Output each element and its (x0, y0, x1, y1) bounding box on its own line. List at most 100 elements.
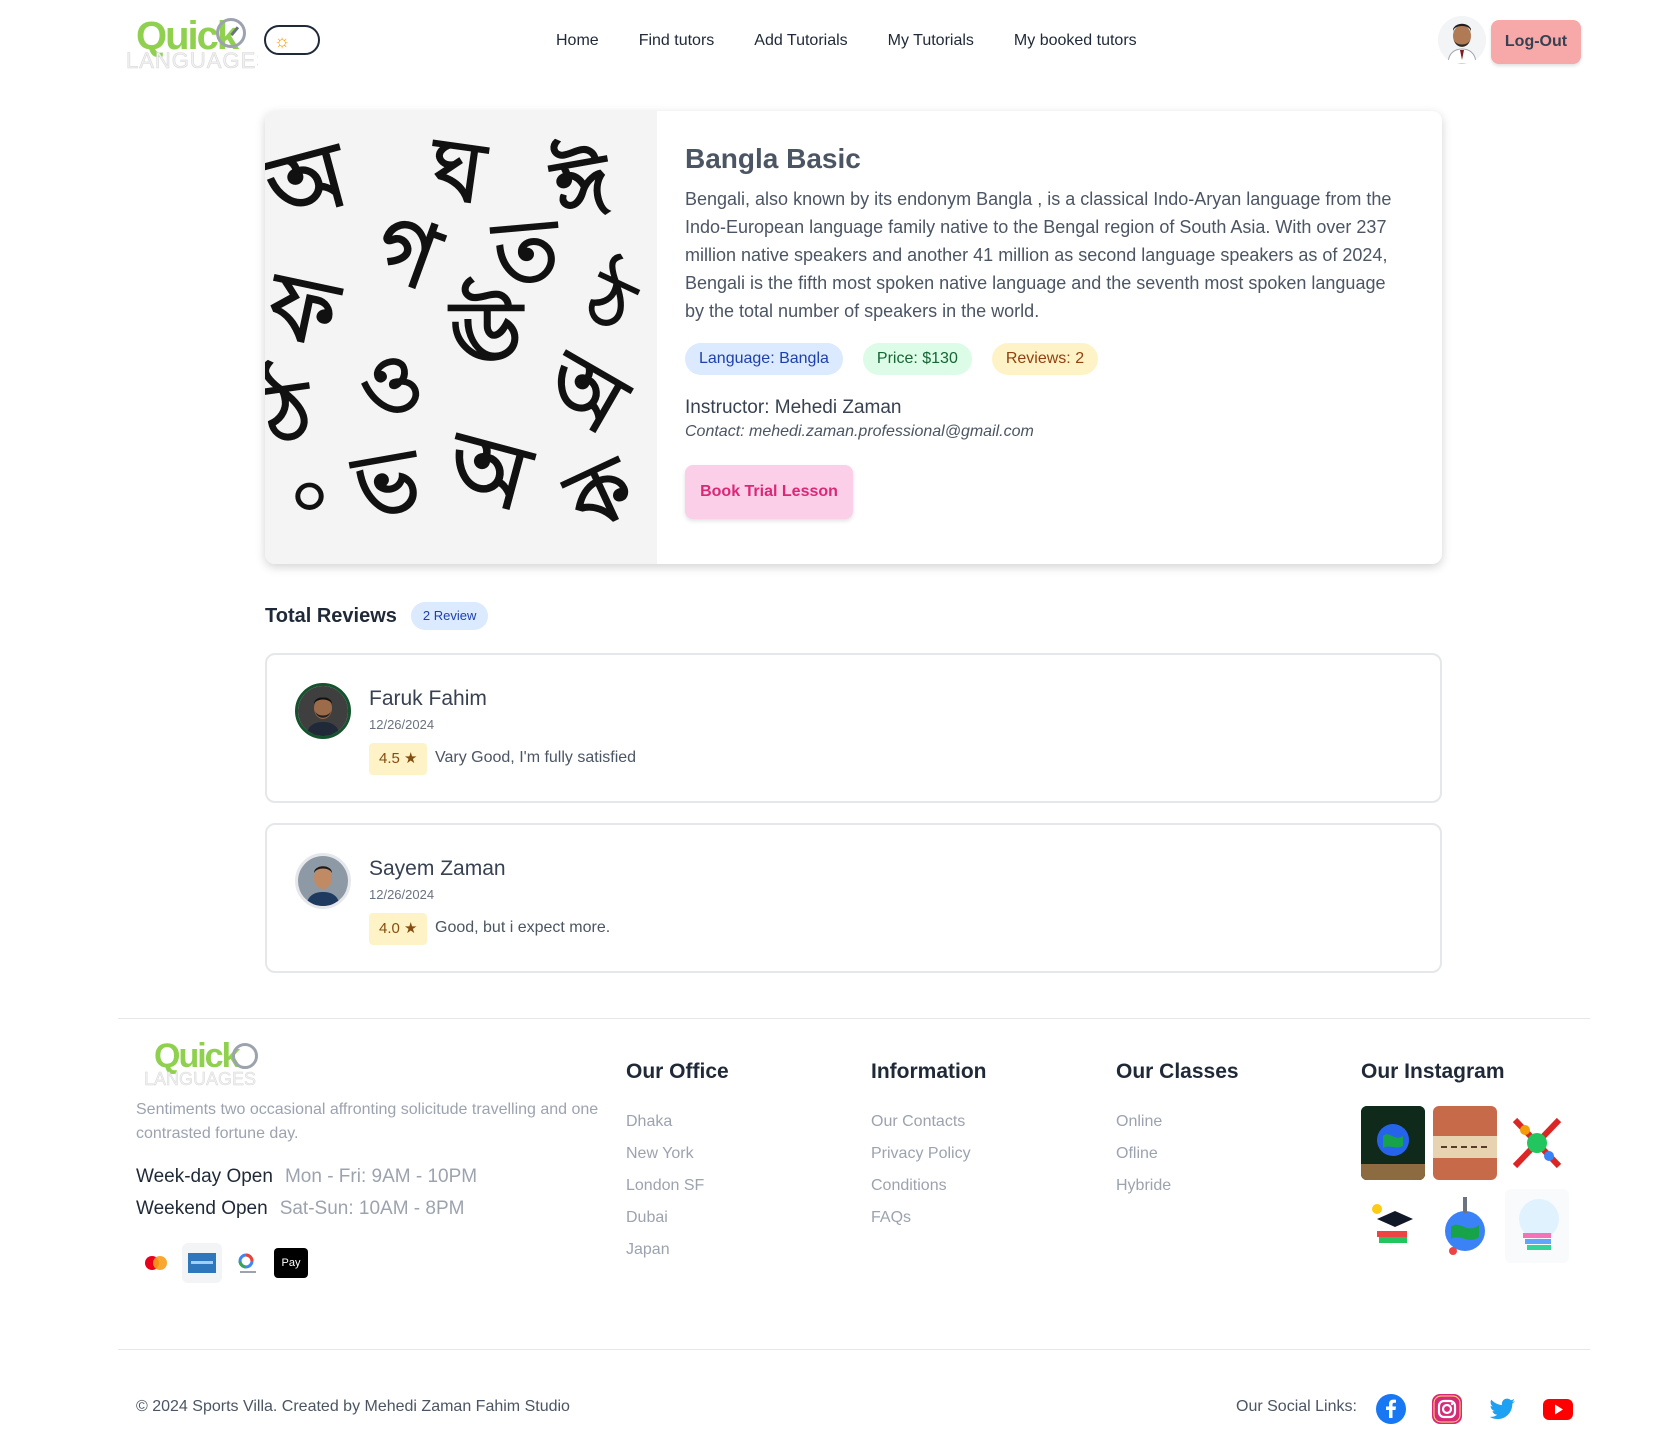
youtube-icon[interactable] (1543, 1394, 1573, 1424)
course-description: Bengali, also known by its endonym Bangl… (685, 189, 1392, 321)
reviews-badge: Reviews: 2 (991, 343, 1099, 375)
language-badge: Language: Bangla (685, 343, 843, 375)
user-avatar[interactable] (1438, 16, 1486, 64)
footer-instagram-title: Our Instagram (1361, 1060, 1505, 1083)
logo-subtext: LANGUAGES (126, 48, 258, 70)
nav-link-add-tutorials[interactable]: Add Tutorials (754, 28, 847, 54)
weekday-label: Week-day Open (136, 1166, 273, 1187)
footer-col-information: Information Our Contacts Privacy Policy … (871, 1058, 987, 1234)
logout-button[interactable]: Log-Out (1491, 20, 1581, 64)
price-badge: Price: $130 (862, 343, 972, 375)
book-trial-lesson-button[interactable]: Book Trial Lesson (685, 465, 853, 519)
clock-icon (216, 18, 246, 48)
glyph-7: ঊ (447, 276, 525, 382)
footer-information-title: Information (871, 1060, 987, 1083)
sun-icon: ☼ (273, 31, 291, 51)
reviews-count-badge: 2 Review (410, 602, 489, 630)
reviewer-avatar (295, 853, 351, 909)
classes-link[interactable]: Online (1116, 1106, 1239, 1138)
information-link[interactable]: Our Contacts (871, 1106, 987, 1138)
classes-link[interactable]: Ofline (1116, 1138, 1239, 1170)
reviewer-name: Sayem Zaman (369, 857, 506, 880)
google-pay-icon (228, 1243, 268, 1283)
glyph-15: ০ (290, 461, 329, 531)
review-text: Good, but i expect more. (435, 919, 611, 936)
glyph-10: ও (347, 331, 434, 439)
glyph-11: অ (527, 330, 646, 456)
weekend-hours: Weekend Open Sat-Sun: 10AM - 8PM (136, 1198, 464, 1220)
instagram-photo[interactable] (1505, 1189, 1569, 1263)
reviews-title: Total Reviews (265, 604, 397, 627)
reviewer-name: Faruk Fahim (369, 687, 487, 710)
information-link[interactable]: Privacy Policy (871, 1138, 987, 1170)
footer-col-office: Our Office Dhaka New York London SF Duba… (626, 1058, 729, 1266)
twitter-icon[interactable] (1487, 1394, 1517, 1424)
office-link[interactable]: Dhaka (626, 1106, 729, 1138)
nav-link-my-tutorials[interactable]: My Tutorials (888, 28, 974, 54)
course-image: অ ঘ ঈ গ ত ফ ঊ ঠ ঠ ও অ ভ অ ক ০ (265, 111, 657, 564)
apple-pay-text: Pay (281, 1257, 301, 1269)
instagram-photo[interactable] (1361, 1106, 1425, 1180)
footer-bottom-divider (118, 1349, 1590, 1350)
clock-icon (232, 1043, 258, 1069)
weekday-hours: Week-day Open Mon - Fri: 9AM - 10PM (136, 1166, 477, 1188)
glyph-13: অ (435, 410, 543, 533)
nav-link-my-booked-tutors[interactable]: My booked tutors (1014, 28, 1137, 54)
office-link[interactable]: New York (626, 1138, 729, 1170)
theme-toggle[interactable]: ☼ (264, 25, 320, 55)
main-menu: Home Find tutors Add Tutorials My Tutori… (556, 28, 1137, 54)
course-badges: Language: Bangla Price: $130 Reviews: 2 (685, 343, 1405, 375)
weekday-time: Mon - Fri: 9AM - 10PM (284, 1166, 478, 1187)
instructor-name: Instructor: Mehedi Zaman (685, 397, 902, 418)
instagram-photo[interactable] (1433, 1106, 1497, 1180)
copyright-text: © 2024 Sports Villa. Created by Mehedi Z… (136, 1398, 570, 1415)
social-links-label: Our Social Links: (1236, 1398, 1357, 1415)
information-link[interactable]: Conditions (871, 1170, 987, 1202)
review-rating: 4.5 ★ (369, 743, 428, 775)
apple-pay-icon: Pay (274, 1248, 308, 1278)
glyph-1: অ (265, 121, 361, 244)
footer-divider (118, 1018, 1590, 1019)
footer-col-classes: Our Classes Online Ofline Hybride (1116, 1058, 1239, 1202)
footer-description: Sentiments two occasional affronting sol… (136, 1101, 599, 1142)
office-link[interactable]: Japan (626, 1234, 729, 1266)
reviewer-avatar (295, 683, 351, 739)
instagram-icon[interactable] (1432, 1394, 1462, 1424)
amex-icon (182, 1243, 222, 1283)
nav-link-find-tutors[interactable]: Find tutors (639, 28, 715, 54)
weekend-time: Sat-Sun: 10AM - 8PM (279, 1198, 465, 1219)
review-card: Sayem Zaman 12/26/2024 4.0 ★ Good, but i… (265, 823, 1442, 973)
weekend-label: Weekend Open (136, 1198, 268, 1219)
review-text: Vary Good, I'm fully satisfied (435, 749, 637, 766)
glyph-14: ক (550, 436, 651, 553)
footer-logo-subtext: LANGUAGES (144, 1069, 257, 1090)
instagram-photo[interactable] (1505, 1106, 1569, 1180)
glyph-12: ভ (344, 429, 429, 538)
footer-col-instagram: Our Instagram (1361, 1058, 1505, 1086)
glyph-6: ফ (265, 251, 349, 369)
instagram-photo[interactable] (1361, 1189, 1425, 1263)
office-link[interactable]: London SF (626, 1170, 729, 1202)
office-link[interactable]: Dubai (626, 1202, 729, 1234)
footer-logo[interactable]: Quick LANGUAGES (136, 1037, 258, 1093)
review-rating: 4.0 ★ (369, 913, 428, 945)
review-date: 12/26/2024 (369, 887, 435, 902)
reviews-header: Total Reviews 2 Review (265, 602, 489, 630)
classes-link[interactable]: Hybride (1116, 1170, 1239, 1202)
course-title: Bangla Basic (685, 143, 861, 174)
course-details: Bangla Basic Bengali, also known by its … (685, 141, 1405, 519)
review-date: 12/26/2024 (369, 717, 435, 732)
glyph-9: ঠ (265, 354, 320, 466)
mastercard-icon (136, 1243, 176, 1283)
instagram-photo[interactable] (1433, 1189, 1497, 1263)
review-card: Faruk Fahim 12/26/2024 4.5 ★ Vary Good, … (265, 653, 1442, 803)
glyph-4: গ (361, 193, 455, 313)
instructor-contact: Contact: mehedi.zaman.professional@gmail… (685, 423, 1034, 440)
navbar: Quick LANGUAGES ☼ Home Find tutors Add T… (118, 8, 1588, 74)
course-card: অ ঘ ঈ গ ত ফ ঊ ঠ ঠ ও অ ভ অ ক ০ Bangla Bas… (265, 111, 1442, 564)
information-link[interactable]: FAQs (871, 1202, 987, 1234)
facebook-icon[interactable] (1376, 1394, 1406, 1424)
footer-classes-title: Our Classes (1116, 1060, 1239, 1083)
nav-link-home[interactable]: Home (556, 28, 599, 54)
site-logo[interactable]: Quick LANGUAGES (118, 10, 258, 70)
